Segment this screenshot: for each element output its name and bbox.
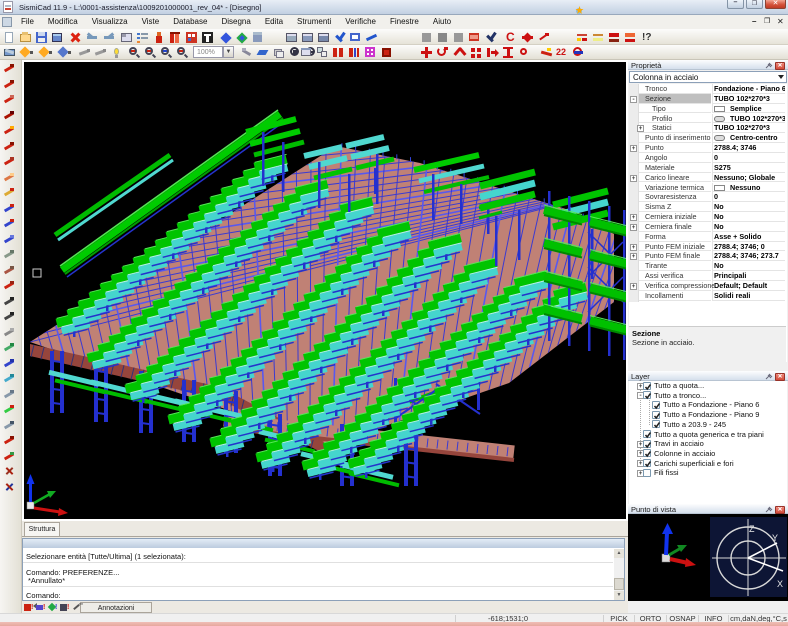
- svg-text:X: X: [777, 579, 783, 589]
- svg-text:Z: Z: [749, 524, 755, 534]
- svg-text:Y: Y: [772, 533, 778, 543]
